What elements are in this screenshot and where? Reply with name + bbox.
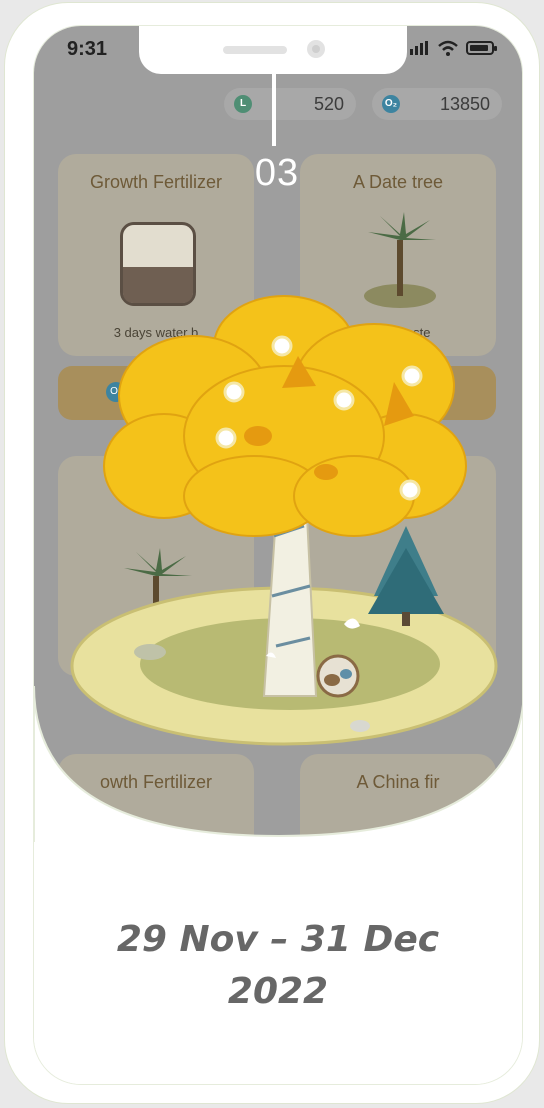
card-title: Growth Fertilizer <box>89 172 223 192</box>
o2-balance[interactable]: O₂ 13850 <box>372 88 502 120</box>
date-line-2: 2022 <box>227 971 329 1012</box>
o2-balance-value: 13850 <box>439 93 490 114</box>
phone-frame: L 520 O₂ 13850 Growth Fertilizer 3 days … <box>4 2 540 1104</box>
leaf-balance-value: 520 <box>313 93 344 114</box>
wifi-icon <box>438 40 458 56</box>
status-time: 9:31 <box>67 38 108 60</box>
fir-tree-icon <box>368 526 444 626</box>
date-line-1: 29 Nov – 31 Dec <box>116 919 440 960</box>
status-icons <box>410 40 498 56</box>
step-number: 03 <box>254 152 300 194</box>
leaf-balance[interactable]: L 520 <box>224 88 356 120</box>
event-date-range: 29 Nov – 31 Dec 2022 <box>34 914 522 1018</box>
stone-icon <box>350 720 370 732</box>
speaker-icon <box>223 46 287 54</box>
phone-screen: L 520 O₂ 13850 Growth Fertilizer 3 days … <box>33 25 523 1085</box>
battery-icon <box>466 41 497 55</box>
notch <box>139 26 407 74</box>
stone-icon <box>134 644 166 660</box>
camera-icon <box>307 40 325 58</box>
golden-tree-illustration <box>70 295 498 746</box>
card-title: A Date tree <box>352 172 444 192</box>
leaf-icon: L <box>234 95 252 113</box>
seed-globe-icon <box>316 654 360 698</box>
o2-icon: O₂ <box>382 95 400 113</box>
step-pointer-line <box>272 74 276 146</box>
signal-icon <box>410 41 428 55</box>
